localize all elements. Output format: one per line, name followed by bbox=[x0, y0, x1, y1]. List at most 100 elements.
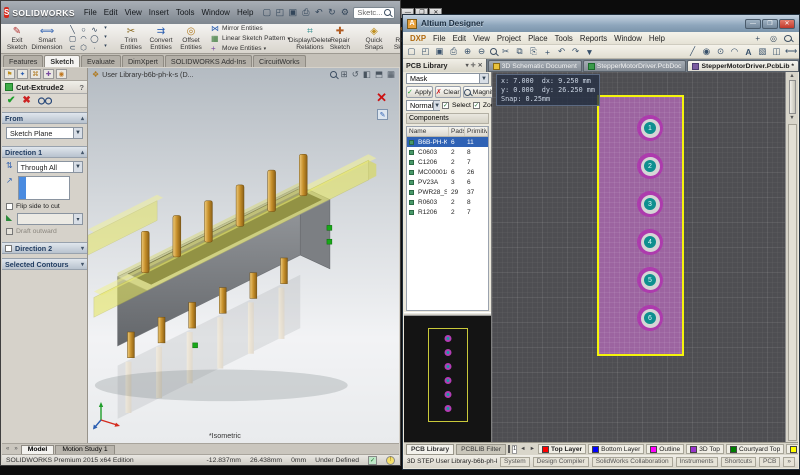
spline-icon[interactable]: ∿ bbox=[91, 25, 97, 34]
mask-combo[interactable]: Mask ▼ bbox=[406, 73, 489, 84]
offset-entities-button[interactable]: ◎ Offset Entities bbox=[177, 25, 205, 52]
direction1-section-header[interactable]: Direction 1 ▴ bbox=[2, 146, 87, 158]
status-button-instruments[interactable]: Instruments bbox=[676, 457, 718, 467]
plus-icon[interactable]: + bbox=[752, 34, 763, 43]
flip-side-checkbox-row[interactable]: Flip side to cut bbox=[6, 203, 83, 210]
tab-evaluate[interactable]: Evaluate bbox=[81, 55, 121, 67]
convert-entities-button[interactable]: ⇉ Convert Entities bbox=[147, 25, 175, 52]
pad-tool-icon[interactable]: ◉ bbox=[701, 46, 712, 57]
previous-view-icon[interactable]: ↺ bbox=[352, 69, 359, 80]
open-icon[interactable]: ◰ bbox=[274, 7, 285, 18]
menu-insert[interactable]: Insert bbox=[146, 8, 172, 17]
menu-reports[interactable]: Reports bbox=[577, 34, 610, 43]
quick-snaps-button[interactable]: ◈ Quick Snaps bbox=[360, 25, 388, 52]
menu-tools[interactable]: Tools bbox=[173, 8, 198, 17]
end-condition-dropdown[interactable]: Through All ▼ bbox=[17, 161, 83, 173]
tab-circuitworks[interactable]: CircuitWorks bbox=[253, 55, 306, 67]
panel-menu-icon[interactable]: ▾ bbox=[466, 62, 469, 69]
zoom-out-icon[interactable]: ⊖ bbox=[476, 46, 487, 57]
dropdown-arrow-icon[interactable]: ▾ bbox=[264, 46, 267, 52]
text-tool-icon[interactable]: A bbox=[743, 47, 754, 57]
section-view-icon[interactable]: ◧ bbox=[363, 69, 371, 80]
copy-icon[interactable]: ⧉ bbox=[514, 46, 525, 57]
line-icon[interactable]: ╲ bbox=[70, 25, 75, 34]
component-row-b6b-ph-k-s[interactable]: B6B-PH-K-S 6 11 bbox=[407, 137, 488, 147]
zoom-area-icon[interactable]: ⊞ bbox=[341, 69, 348, 80]
scroll-down-icon[interactable]: ▼ bbox=[789, 115, 794, 121]
selected-contours-section-header[interactable]: Selected Contours ▾ bbox=[2, 258, 87, 270]
close-button[interactable]: ✕ bbox=[779, 19, 795, 29]
units-indicator-icon[interactable]: ✓ bbox=[368, 456, 377, 465]
layer-scroll-right-icon[interactable]: ► bbox=[529, 446, 536, 452]
menu-tools[interactable]: Tools bbox=[552, 34, 576, 43]
mode-dropdown[interactable]: Normal ▼ bbox=[406, 100, 440, 111]
point-icon[interactable]: · bbox=[93, 43, 96, 52]
pad-5[interactable]: 5 bbox=[637, 267, 663, 293]
menu-file[interactable]: File bbox=[430, 34, 449, 43]
detail-preview-icon[interactable] bbox=[38, 97, 52, 105]
restore-button[interactable]: ❐ bbox=[762, 19, 778, 29]
tab-solidworks-add-ins[interactable]: SOLIDWORKS Add-Ins bbox=[165, 55, 252, 67]
panel-close-icon[interactable]: ✕ bbox=[478, 62, 483, 69]
direction2-section-header[interactable]: Direction 2 ▾ bbox=[2, 242, 87, 254]
cross-probe-icon[interactable]: + bbox=[542, 47, 553, 57]
via-tool-icon[interactable]: ⊙ bbox=[715, 46, 726, 57]
ok-button[interactable]: ✔ bbox=[7, 95, 15, 106]
cut-icon[interactable]: ✂ bbox=[500, 46, 511, 57]
solidworks-graphics-area[interactable]: ❖ User Library-b6b-ph-k-s (D... ⊞ ↺ ◧ ⬒ … bbox=[88, 68, 399, 443]
dimension-tool-icon[interactable]: ⟷ bbox=[785, 46, 796, 57]
save-icon[interactable]: ▣ bbox=[434, 46, 445, 57]
layer-scroll-left-icon[interactable]: ◄ bbox=[519, 446, 526, 452]
cancel-button[interactable]: ✖ bbox=[22, 95, 30, 106]
docked-panel-tab[interactable] bbox=[788, 124, 797, 441]
menu-window[interactable]: Window bbox=[199, 8, 233, 17]
tab-3d-schematic-document[interactable]: 3D Schematic Document bbox=[488, 60, 582, 72]
trim-entities-button[interactable]: ✂ Trim Entities bbox=[117, 25, 145, 52]
target-icon[interactable]: ◎ bbox=[767, 34, 780, 43]
pcb-editor-canvas[interactable]: x: 7.000 dx: 9.250 mm y: 0.000 dy: 26.25… bbox=[492, 72, 785, 442]
dimxpert-tab-icon[interactable]: ✚ bbox=[43, 69, 54, 79]
open-icon[interactable]: ◰ bbox=[420, 46, 431, 57]
polygon-icon[interactable]: ⬡ bbox=[80, 43, 87, 52]
scroll-up-icon[interactable]: ▲ bbox=[789, 73, 794, 79]
component-row-r0603[interactable]: R0603 2 8 bbox=[407, 197, 488, 207]
exit-sketch-button[interactable]: ✎ Exit Sketch bbox=[3, 25, 31, 52]
menu-dxp[interactable]: DXP bbox=[407, 34, 429, 43]
sketch-confirmation-icon[interactable]: ✎ bbox=[377, 109, 388, 120]
menu-place[interactable]: Place bbox=[525, 34, 551, 43]
layer-tab-3d-top[interactable]: 3D Top bbox=[686, 444, 724, 454]
search-icon[interactable] bbox=[784, 35, 792, 42]
status-button-solidworks-collaboration[interactable]: SolidWorks Collaboration bbox=[592, 457, 673, 467]
column-name[interactable]: Name bbox=[407, 127, 449, 136]
from-section-header[interactable]: From ▴ bbox=[2, 112, 87, 124]
repair-sketch-button[interactable]: ✚ Repair Sketch bbox=[326, 25, 354, 52]
menu-view[interactable]: View bbox=[122, 8, 145, 17]
tab-steppermotordriver-pcbdoc[interactable]: StepperMotorDriver.PcbDoc bbox=[583, 60, 687, 72]
tab-model[interactable]: Model bbox=[21, 445, 55, 454]
status-button-design-compiler[interactable]: Design Compiler bbox=[533, 457, 589, 467]
apply-button[interactable]: ✓Apply bbox=[406, 86, 433, 98]
undo-icon[interactable]: ↶ bbox=[313, 7, 324, 18]
options-icon[interactable]: ⚙ bbox=[339, 7, 350, 18]
pad-2[interactable]: 2 bbox=[637, 153, 663, 179]
footprint-outline[interactable]: 1 2 3 4 5 6 bbox=[597, 95, 684, 356]
from-dropdown[interactable]: Sketch Plane ▼ bbox=[6, 127, 83, 139]
quick-tips-icon[interactable]: ! bbox=[386, 456, 395, 465]
zoom-fit-icon[interactable] bbox=[330, 71, 337, 78]
undo-icon[interactable]: ↶ bbox=[556, 46, 567, 57]
redo-icon[interactable]: ↷ bbox=[570, 46, 581, 57]
help-icon[interactable]: ? bbox=[79, 83, 84, 92]
pad-1[interactable]: 1 bbox=[637, 115, 663, 141]
panel-tab-pcb-library[interactable]: PCB Library bbox=[406, 444, 454, 455]
component-row-mc000018[interactable]: MC000018 6 26 bbox=[407, 167, 488, 177]
circle-icon[interactable]: ○ bbox=[81, 25, 86, 34]
rectangle-icon[interactable]: ▢ bbox=[69, 34, 76, 43]
filter-icon[interactable]: ▼ bbox=[584, 47, 595, 57]
select-checkbox[interactable]: ✓ bbox=[442, 102, 449, 109]
menu-project[interactable]: Project bbox=[494, 34, 524, 43]
linear-sketch-pattern-button[interactable]: ▦ Linear Sketch Pattern ▾ bbox=[211, 34, 290, 43]
save-icon[interactable]: ▣ bbox=[287, 7, 298, 18]
connector-3d-model[interactable] bbox=[88, 68, 399, 443]
dropdown-arrow-icon[interactable]: ▾ bbox=[104, 43, 107, 52]
tab-steppermotordriver-pcblib[interactable]: StepperMotorDriver.PcbLib * bbox=[687, 60, 799, 72]
